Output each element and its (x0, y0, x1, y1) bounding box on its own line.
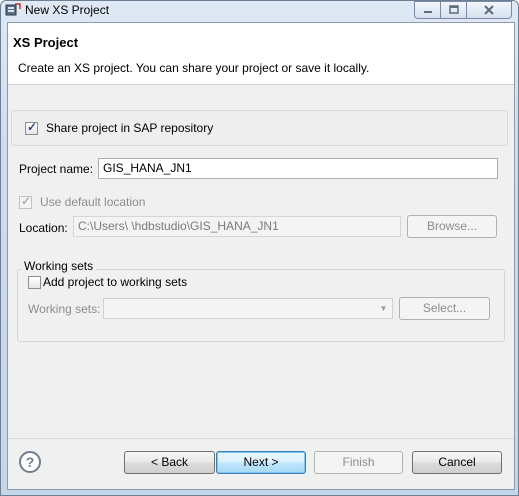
add-to-working-sets-checkbox[interactable] (28, 276, 41, 289)
eclipse-project-icon (5, 3, 21, 16)
browse-button[interactable]: Browse... (407, 215, 497, 238)
title-bar[interactable]: New XS Project (1, 1, 518, 21)
add-to-working-sets-label: Add project to working sets (43, 275, 188, 289)
close-button[interactable] (467, 1, 512, 19)
location-input[interactable]: C:\Users\ \hdbstudio\GIS_HANA_JN1 (73, 216, 401, 237)
window-title: New XS Project (25, 3, 110, 17)
dialog-client-area: XS Project Create an XS project. You can… (7, 22, 515, 490)
new-xs-project-dialog: New XS Project XS Project Create an XS p… (0, 0, 519, 496)
question-mark-icon[interactable]: ? (19, 451, 41, 473)
project-name-input[interactable]: GIS_HANA_JN1 (98, 158, 498, 179)
select-working-sets-button[interactable]: Select... (399, 297, 490, 320)
location-label: Location: (19, 221, 68, 235)
use-default-location-label: Use default location (40, 195, 146, 209)
use-default-location-checkbox[interactable] (19, 194, 32, 209)
minimize-button[interactable] (414, 1, 441, 19)
project-name-label: Project name: (19, 162, 94, 176)
window-controls (414, 1, 512, 19)
chevron-down-icon: ▼ (379, 304, 388, 313)
page-description: Create an XS project. You can share your… (18, 61, 370, 75)
next-button[interactable]: Next > (216, 451, 306, 474)
finish-button[interactable]: Finish (314, 451, 403, 474)
working-sets-label: Working sets: (28, 302, 101, 316)
working-sets-combo[interactable]: ▼ (103, 298, 393, 319)
maximize-icon (448, 5, 459, 14)
share-project-checkbox[interactable] (25, 120, 38, 135)
close-icon (484, 5, 494, 15)
wizard-header: XS Project Create an XS project. You can… (8, 23, 514, 85)
working-sets-group-label: Working sets (21, 259, 97, 273)
cancel-button[interactable]: Cancel (412, 451, 502, 474)
back-button[interactable]: < Back (124, 451, 215, 474)
minimize-icon (423, 11, 432, 13)
footer-separator (8, 438, 514, 439)
maximize-button[interactable] (441, 1, 467, 19)
share-project-label: Share project in SAP repository (46, 121, 214, 135)
share-project-group: Share project in SAP repository (11, 110, 508, 146)
page-title: XS Project (13, 35, 79, 50)
